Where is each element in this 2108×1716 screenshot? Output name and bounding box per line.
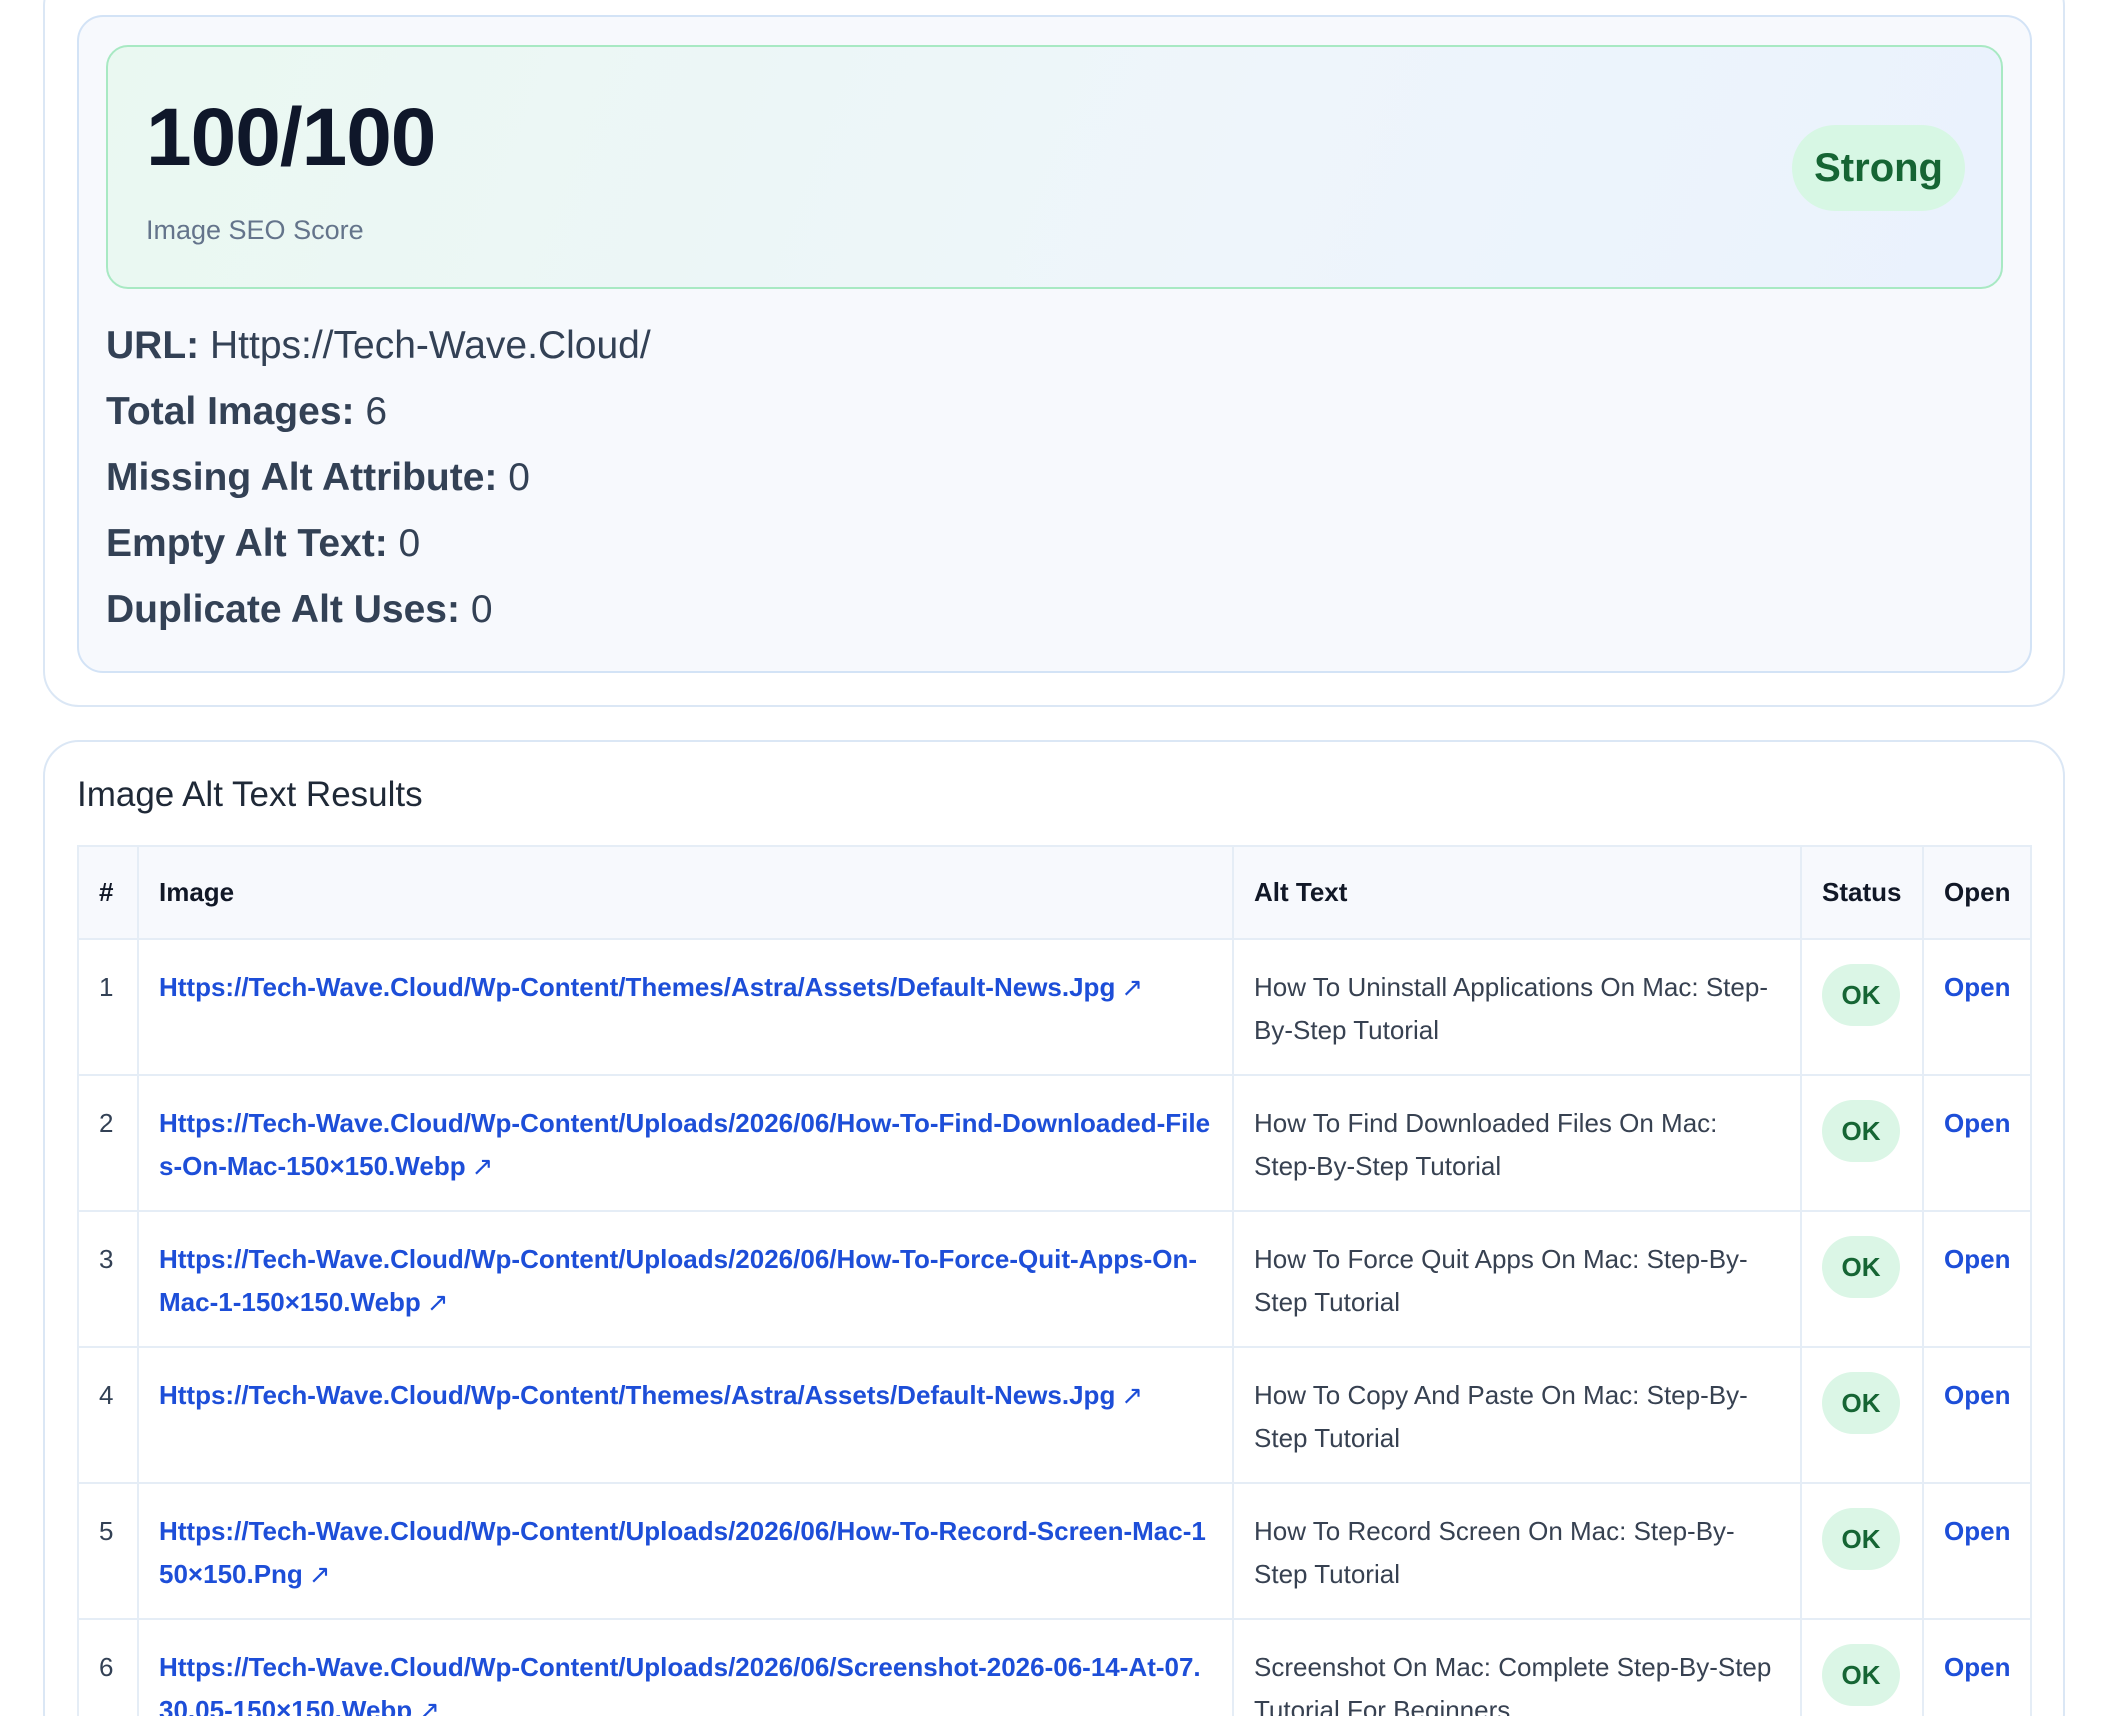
status-badge: OK: [1822, 1236, 1900, 1298]
image-url-text: Https://Tech-Wave.Cloud/Wp-Content/Theme…: [159, 972, 1116, 1002]
status-badge: OK: [1822, 1508, 1900, 1570]
stat-label: URL:: [106, 324, 200, 367]
table-row: 1 Https://Tech-Wave.Cloud/Wp-Content/The…: [79, 939, 2030, 1076]
stat-url: URL: Https://Tech-Wave.Cloud/: [106, 318, 651, 384]
table-row: 6 Https://Tech-Wave.Cloud/Wp-Content/Upl…: [79, 1619, 2030, 1716]
image-url-text: Https://Tech-Wave.Cloud/Wp-Content/Uploa…: [159, 1108, 1211, 1181]
image-url-text: Https://Tech-Wave.Cloud/Wp-Content/Theme…: [159, 1380, 1116, 1410]
open-link[interactable]: Open: [1944, 1516, 2010, 1546]
table-row: 2 Https://Tech-Wave.Cloud/Wp-Content/Upl…: [79, 1075, 2030, 1212]
results-table: # Image Alt Text Status Open 1 Https://T…: [79, 847, 2030, 1716]
results-title: Image Alt Text Results: [77, 775, 423, 814]
table-row: 5 Https://Tech-Wave.Cloud/Wp-Content/Upl…: [79, 1483, 2030, 1620]
status-badge: OK: [1822, 1372, 1900, 1434]
stat-duplicate-alt: Duplicate Alt Uses: 0: [106, 582, 651, 648]
column-header-status: Status: [1801, 847, 1924, 940]
column-header-open: Open: [1923, 847, 2030, 940]
alt-text: How To Force Quit Apps On Mac: Step-By-S…: [1233, 1211, 1802, 1348]
row-number: 3: [79, 1211, 139, 1348]
column-header-image: Image: [138, 847, 1234, 940]
row-number: 2: [79, 1075, 139, 1212]
image-url-link[interactable]: Https://Tech-Wave.Cloud/Wp-Content/Uploa…: [159, 1652, 1201, 1716]
score-box: 100/100 Image SEO Score Strong: [106, 45, 2003, 289]
row-number: 1: [79, 939, 139, 1076]
image-url-link[interactable]: Https://Tech-Wave.Cloud/Wp-Content/Theme…: [159, 972, 1143, 1002]
external-link-icon: ↗: [1121, 972, 1144, 1002]
stat-missing-alt: Missing Alt Attribute: 0: [106, 450, 651, 516]
table-header-row: # Image Alt Text Status Open: [79, 847, 2030, 940]
stat-label: Duplicate Alt Uses:: [106, 588, 460, 631]
row-number: 6: [79, 1619, 139, 1716]
image-url-link[interactable]: Https://Tech-Wave.Cloud/Wp-Content/Uploa…: [159, 1244, 1197, 1317]
alt-text: How To Copy And Paste On Mac: Step-By-St…: [1233, 1347, 1802, 1484]
image-url-link[interactable]: Https://Tech-Wave.Cloud/Wp-Content/Uploa…: [159, 1516, 1206, 1589]
stat-value: 0: [470, 588, 493, 631]
alt-text: How To Uninstall Applications On Mac: St…: [1233, 939, 1802, 1076]
table-row: 3 Https://Tech-Wave.Cloud/Wp-Content/Upl…: [79, 1211, 2030, 1348]
alt-text: How To Find Downloaded Files On Mac: Ste…: [1233, 1075, 1802, 1212]
stat-total-images: Total Images: 6: [106, 384, 651, 450]
image-url-link[interactable]: Https://Tech-Wave.Cloud/Wp-Content/Uploa…: [159, 1108, 1210, 1181]
external-link-icon: ↗: [426, 1287, 449, 1317]
external-link-icon: ↗: [418, 1695, 440, 1716]
alt-text: Screenshot On Mac: Complete Step-By-Step…: [1233, 1619, 1802, 1716]
image-url-text: Https://Tech-Wave.Cloud/Wp-Content/Uploa…: [159, 1244, 1198, 1317]
status-badge: OK: [1822, 1644, 1900, 1706]
open-link[interactable]: Open: [1944, 1108, 2010, 1138]
stats-list: URL: Https://Tech-Wave.Cloud/ Total Imag…: [106, 318, 651, 648]
image-url-text: Https://Tech-Wave.Cloud/Wp-Content/Uploa…: [159, 1652, 1201, 1716]
stat-value: 0: [398, 522, 421, 565]
stat-label: Total Images:: [106, 390, 355, 433]
stat-value: 0: [508, 456, 530, 499]
open-link[interactable]: Open: [1944, 1244, 2010, 1274]
open-link[interactable]: Open: [1944, 972, 2010, 1002]
open-link[interactable]: Open: [1944, 1652, 2010, 1682]
stat-label: Empty Alt Text:: [106, 522, 388, 565]
score-label: Image SEO Score: [146, 215, 364, 245]
status-badge: OK: [1822, 1100, 1900, 1162]
external-link-icon: ↗: [1121, 1380, 1144, 1410]
score-badge: Strong: [1792, 125, 1965, 211]
table-row: 4 Https://Tech-Wave.Cloud/Wp-Content/The…: [79, 1347, 2030, 1484]
results-table-wrap: # Image Alt Text Status Open 1 Https://T…: [77, 845, 2032, 1716]
status-badge: OK: [1822, 964, 1900, 1026]
image-url-link[interactable]: Https://Tech-Wave.Cloud/Wp-Content/Theme…: [159, 1380, 1143, 1410]
row-number: 5: [79, 1483, 139, 1620]
stat-label: Missing Alt Attribute:: [106, 456, 498, 499]
column-header-alt: Alt Text: [1233, 847, 1802, 940]
open-link[interactable]: Open: [1944, 1380, 2010, 1410]
external-link-icon: ↗: [471, 1151, 494, 1181]
stat-value: Https://Tech-Wave.Cloud/: [209, 324, 651, 367]
external-link-icon: ↗: [308, 1559, 331, 1589]
stat-empty-alt: Empty Alt Text: 0: [106, 516, 651, 582]
alt-text: How To Record Screen On Mac: Step-By-Ste…: [1233, 1483, 1802, 1620]
score-value: 100/100: [146, 92, 436, 183]
row-number: 4: [79, 1347, 139, 1484]
column-header-num: #: [79, 847, 139, 940]
page: 100/100 Image SEO Score Strong URL: Http…: [0, 0, 2108, 1716]
stat-value: 6: [365, 390, 388, 433]
